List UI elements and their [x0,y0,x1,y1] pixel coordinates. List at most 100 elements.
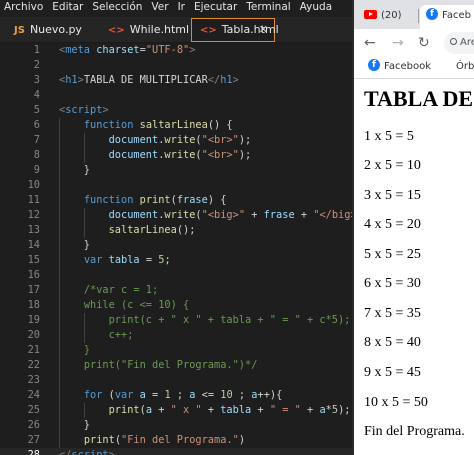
line-number: 24 [27,389,40,401]
table-row: 1 x 5 = 5 [364,129,414,144]
code-line: 18 while (c <= 10) { [0,298,352,313]
tab-label: Nuevo.py [29,23,82,36]
line-number: 7 [33,134,40,146]
tab-nuevo-py[interactable]: JS Nuevo.py [4,18,92,42]
line-number: 10 [27,179,40,191]
line-number: 16 [27,269,40,281]
bookmark-label: Facebook [384,61,431,72]
menu-ayuda[interactable]: Ayuda [300,0,332,15]
code-line: 1 <meta charset="UTF-8"> [0,43,352,58]
code-editor: Archivo Editar Selección Ver Ir Ejecutar Termi… [0,0,375,455]
code-line: 5 <script> [0,103,352,118]
line-number: 3 [33,74,40,86]
line-number: 20 [27,329,40,341]
menu-editar[interactable]: Editar [52,0,83,15]
line-number: 21 [27,344,40,356]
code-line: 12 document.write("<big>" + frase + "</b… [0,208,375,223]
menu-ejecutar[interactable]: Ejecutar [194,0,237,15]
forward-arrow-icon[interactable]: → [392,33,404,53]
bookmark-facebook[interactable]: f Facebook [368,57,431,77]
browser-tab-label: Faceb [442,10,471,21]
table-row: 4 x 5 = 20 [364,217,421,232]
line-number: 15 [27,254,40,266]
menu-ver[interactable]: Ver [151,0,168,15]
menu-bar: Archivo Editar Selección Ver Ir Ejecutar Termi… [0,0,352,17]
tab-label: While.html [129,23,190,36]
address-text: Are [460,37,474,48]
line-number: 17 [27,284,40,296]
code-line-current: 28 </script> [0,448,352,455]
code-line: 23 [0,373,352,388]
menu-seleccion[interactable]: Selección [92,0,142,15]
menu-archivo[interactable]: Archivo [4,0,43,15]
line-number: 14 [27,239,40,251]
bookmarks-bar: f Facebook Órbit [354,57,474,79]
facebook-icon: f [426,8,438,20]
line-number: 22 [27,359,40,371]
table-row: 8 x 5 = 40 [364,335,421,350]
code-line: 11 function print(frase) { [0,193,352,208]
table-row: 2 x 5 = 10 [364,158,421,173]
line-number: 13 [27,224,40,236]
line-number: 2 [33,59,40,71]
line-number: 12 [27,209,40,221]
code-line: 10 [0,178,352,193]
code-line: 15 var tabla = 5; [0,253,352,268]
code-line: 17 /*var c = 1; [0,283,352,298]
menu-ir[interactable]: Ir [178,0,185,15]
address-bar[interactable]: Are [444,32,474,54]
youtube-icon [364,9,377,19]
html-file-icon: <> [108,25,125,36]
browser-tab-strip: (20) f Faceb [354,0,474,29]
code-line: 9 } [0,163,352,178]
python-file-icon: JS [14,25,25,36]
facebook-icon: f [368,59,380,71]
tab-label: Tabla.html [221,23,279,36]
code-line: 7 document.write("<br>"); [0,133,352,148]
code-line: 22 print("Fin del Programa.")*/ [0,358,352,373]
code-line: 21 } [0,343,352,358]
line-number: 19 [27,314,40,326]
line-number: 23 [27,374,40,386]
code-line: 3 <h1>TABLA DE MULTIPLICAR</h1> [0,73,352,88]
line-number: 27 [27,434,40,446]
line-number: 1 [33,44,40,56]
code-line: 20 c++; [0,328,352,343]
editor-tab-bar: JS Nuevo.py <> While.html <> Tabla.html ✕ [0,17,352,43]
close-icon[interactable]: ✕ [259,19,268,40]
reload-icon[interactable]: ↻ [418,33,430,53]
bookmark-label: Órbit [456,61,474,72]
menu-terminal[interactable]: Terminal [246,0,290,15]
back-arrow-icon[interactable]: ← [364,33,376,53]
tab-separator [418,9,419,23]
line-number: 6 [33,119,40,131]
bookmark-orbita[interactable]: Órbit [456,57,474,77]
code-line: 26 } [0,418,352,433]
browser-tab-youtube[interactable]: (20) [364,5,418,29]
line-number: 18 [27,299,40,311]
browser-window: (20) f Faceb ← → ↻ Are f Facebook Órbit TA… [352,0,474,455]
tab-tabla-html[interactable]: <> Tabla.html ✕ [191,18,279,42]
line-number: 26 [27,419,40,431]
code-line: 16 [0,268,352,283]
footer-text: Fin del Programa. [364,424,465,439]
line-number: 11 [27,194,40,206]
code-line: 8 document.write("<br>"); [0,148,352,163]
table-row: 5 x 5 = 25 [364,247,421,262]
code-line: 4 [0,88,352,103]
table-row: 9 x 5 = 45 [364,365,421,380]
browser-toolbar: ← → ↻ Are [354,29,474,57]
table-row: 3 x 5 = 15 [364,188,421,203]
table-row: 6 x 5 = 30 [364,276,421,291]
line-number: 25 [27,404,40,416]
page-content: TABLA DE 1 x 5 = 5 2 x 5 = 10 3 x 5 = 15… [354,80,474,455]
table-row: 10 x 5 = 50 [364,395,428,410]
browser-tab-facebook[interactable]: f Faceb [420,5,474,29]
site-info-icon[interactable] [450,38,457,45]
code-line: 13 saltarLinea(); [0,223,352,238]
code-line: 2 [0,58,352,73]
table-row: 7 x 5 = 35 [364,306,421,321]
tab-while-html[interactable]: <> While.html [98,18,190,42]
code-area[interactable]: 1 <meta charset="UTF-8"> 2 3 <h1>TABLA DE … [0,43,375,455]
html-file-icon: <> [200,25,217,36]
